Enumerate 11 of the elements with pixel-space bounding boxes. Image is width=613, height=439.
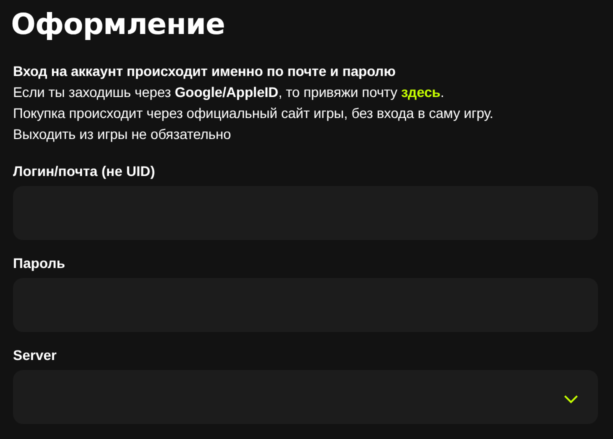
here-link[interactable]: здесь xyxy=(401,84,440,100)
info-text: Покупка происходит через официальный сайт игры, без входа в саму игру. xyxy=(13,104,494,123)
page-title: Оформление xyxy=(11,6,226,43)
info-text: Если ты заходишь через Google/AppleID, то привяжи почту здесь. xyxy=(13,83,446,102)
info-text: Выходить из игры не обязательно xyxy=(13,125,232,144)
info-text: Вход на аккаунт происходит именно по почте и паролю xyxy=(13,62,397,81)
field-label: Логин/почта (не UID) xyxy=(13,162,156,180)
chevron-down-icon xyxy=(564,394,578,404)
server-dropdown[interactable] xyxy=(13,370,598,424)
field-label: Server xyxy=(13,346,58,364)
field-label: Пароль xyxy=(13,254,66,272)
